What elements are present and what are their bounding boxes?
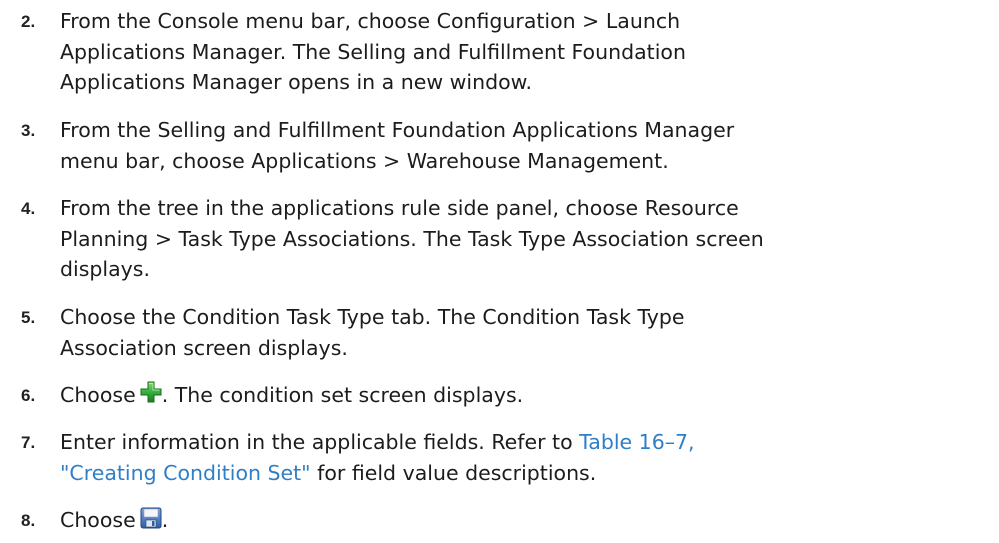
step-line: menu bar, choose Applications > Warehous… [60, 148, 669, 173]
step-text-segment: Enter information in the applicable fiel… [60, 430, 580, 454]
step-text: From the Console menu bar, choose Config… [60, 6, 990, 98]
step-text: From the tree in the applications rule s… [60, 193, 990, 285]
step-line: Choose the Condition Task Type tab. The … [60, 305, 685, 329]
step-number: 8. [21, 511, 36, 530]
step-line: Choose . The condition set screen displa… [60, 380, 990, 411]
step-line: Enter information in the applicable fiel… [60, 427, 990, 458]
step-text: From the Selling and Fulfillment Foundat… [60, 115, 990, 176]
step-number: 5. [21, 308, 36, 327]
save-disk-icon [140, 507, 162, 529]
step-line: From the Selling and Fulfillment Foundat… [60, 118, 735, 142]
creating-condition-set-link[interactable]: "Creating Condition Set" [60, 461, 311, 485]
step-line: "Creating Condition Set" for field value… [60, 458, 990, 489]
step-text-after-icon: . [161, 508, 169, 532]
step-text: Choose the Condition Task Type tab. The … [60, 302, 990, 363]
step-line: Applications Manager. The Selling and Fu… [60, 39, 686, 64]
step-number: 6. [21, 386, 36, 405]
step-text-after-icon: . The condition set screen displays. [161, 383, 524, 407]
step-text: Enter information in the applicable fiel… [60, 427, 990, 488]
step-text-before-icon: Choose [60, 383, 136, 407]
step-line: Choose . [60, 505, 990, 536]
step-text-segment: for field value descriptions. [310, 460, 597, 485]
step-number: 2. [21, 12, 36, 31]
step-line: From the Console menu bar, choose Config… [60, 9, 681, 33]
step-number: 4. [21, 199, 36, 218]
step-text: Choose . The condition set screen displa… [60, 380, 990, 411]
step-line: displays. [60, 257, 150, 281]
step-text-before-icon: Choose [60, 508, 136, 532]
step-line: Applications Manager opens in a new wind… [60, 70, 533, 94]
green-plus-icon [140, 381, 162, 403]
step-line: From the tree in the applications rule s… [60, 196, 739, 220]
step-number: 7. [21, 433, 36, 452]
step-line: Planning > Task Type Associations. The T… [60, 226, 764, 251]
step-text: Choose . [60, 505, 990, 536]
step-line: Association screen displays. [60, 335, 348, 360]
table-16-7-link[interactable]: Table 16–7, [579, 430, 694, 454]
step-number: 3. [21, 121, 36, 140]
